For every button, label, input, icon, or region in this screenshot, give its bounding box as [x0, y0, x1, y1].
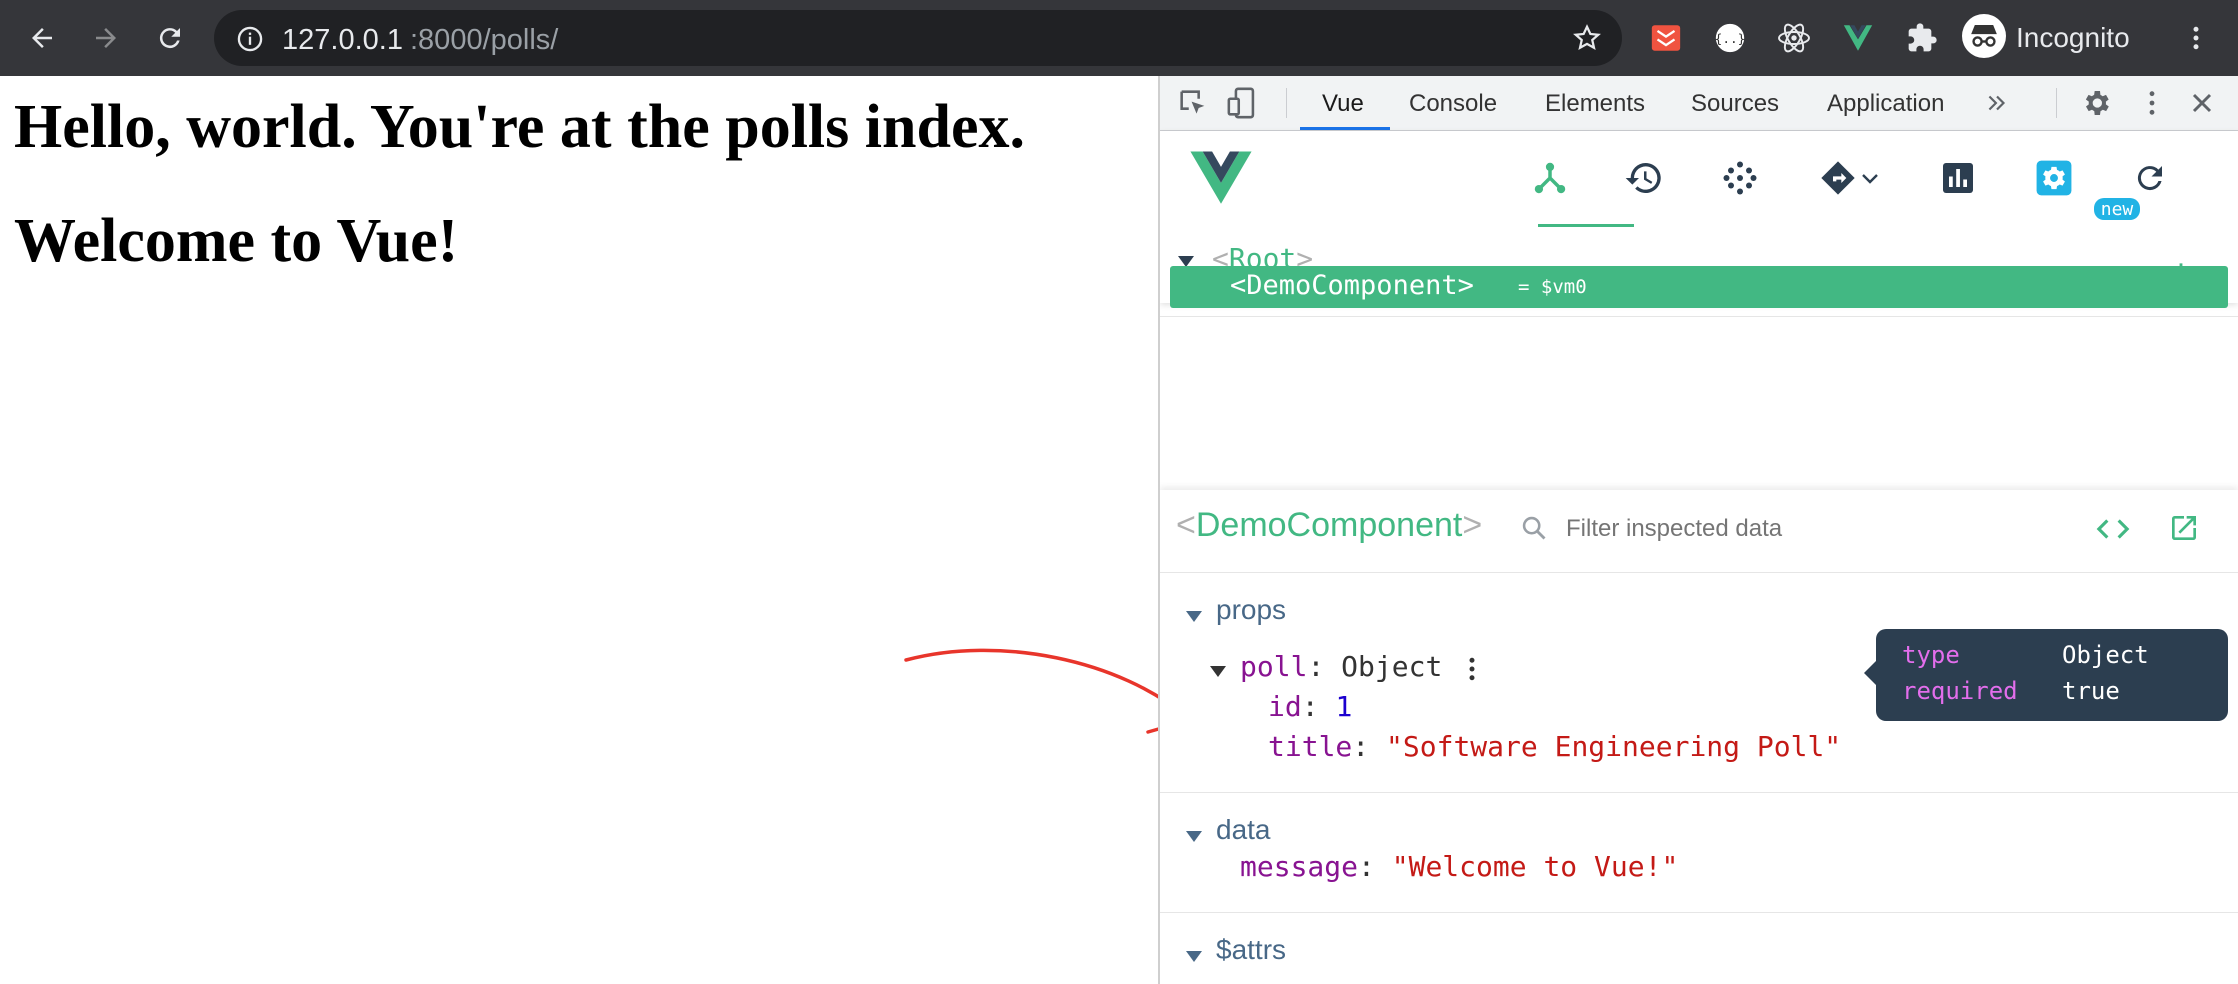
settings-gear-icon[interactable] [2080, 87, 2112, 124]
back-icon[interactable] [22, 18, 62, 58]
demo-component-tag: <DemoComponent> [1230, 270, 1474, 301]
demo-component-name: DemoComponent [1246, 270, 1458, 301]
more-tabs-chevron-icon[interactable] [1984, 90, 2010, 121]
message-value[interactable]: "Welcome to Vue!" [1392, 850, 1679, 883]
performance-chart-icon[interactable] [1934, 154, 1982, 202]
vm-ref: = $vm0 [1518, 276, 1587, 298]
section-divider [1160, 792, 2238, 793]
browser-menu-icon[interactable] [2176, 18, 2216, 58]
message-key: message [1240, 850, 1359, 883]
tree-row-demo-component[interactable]: <DemoComponent> = $vm0 [1170, 266, 2228, 308]
settings-new-icon[interactable] [2030, 154, 2078, 202]
tooltip-type-value: Object [2062, 641, 2149, 669]
prop-id-row: id: 1 [1268, 690, 1353, 723]
tooltip-required-value: true [2062, 677, 2120, 705]
extensions-puzzle-icon[interactable] [1902, 18, 1942, 58]
props-collapse-arrow[interactable] [1186, 611, 1202, 622]
site-info-icon[interactable] [236, 25, 264, 58]
tooltip-required-key: required [1902, 677, 2018, 705]
tab-elements[interactable]: Elements [1545, 90, 1645, 118]
timeline-history-icon[interactable] [1620, 154, 1668, 202]
page-content: Hello, world. You're at the polls index.… [0, 76, 1158, 984]
refresh-icon[interactable] [2126, 154, 2174, 202]
section-divider [1160, 572, 2238, 573]
component-inspector: <DemoComponent> props poll: Object id: 1… [1160, 490, 2238, 984]
title-key: title [1268, 730, 1353, 763]
bookmark-star-icon[interactable] [1572, 23, 1602, 58]
tab-separator [1286, 88, 1287, 118]
reload-icon[interactable] [150, 18, 190, 58]
props-section-title[interactable]: props [1216, 594, 1286, 626]
routing-dropdown-icon[interactable] [1810, 154, 1890, 202]
browser-toolbar: 127.0.0.1 :8000/polls/ {..} Incognito [0, 0, 2238, 76]
address-bar[interactable]: 127.0.0.1 :8000/polls/ [214, 10, 1622, 66]
poll-key: poll [1240, 650, 1308, 683]
inspected-component-title: <DemoComponent> [1176, 506, 1483, 544]
new-badge-label: new [2100, 199, 2134, 220]
close-devtools-icon[interactable] [2186, 87, 2218, 124]
components-tree-icon[interactable] [1526, 154, 1574, 202]
tooltip-required-row: required true [1902, 677, 2120, 705]
react-extension-icon[interactable] [1774, 18, 1814, 58]
tab-sources[interactable]: Sources [1691, 90, 1779, 118]
prop-poll-row[interactable]: poll: Object [1240, 650, 1442, 683]
json-extension-icon[interactable]: {..} [1710, 18, 1750, 58]
search-icon [1520, 514, 1548, 547]
data-message-row: message: "Welcome to Vue!" [1240, 850, 1679, 883]
inspected-component-name: DemoComponent [1195, 506, 1463, 544]
active-tab-indicator [1300, 127, 1390, 130]
laravel-extension-icon[interactable] [1646, 18, 1686, 58]
poll-expand-arrow[interactable] [1210, 666, 1226, 677]
profile-label: Incognito [2016, 22, 2130, 53]
tab-vue[interactable]: Vue [1322, 90, 1364, 118]
tooltip-type-row: type Object [1902, 641, 2149, 669]
id-value[interactable]: 1 [1335, 690, 1352, 723]
data-section-title[interactable]: data [1216, 814, 1271, 846]
tab-separator [2056, 88, 2057, 118]
url-path: :8000/polls/ [410, 24, 559, 56]
open-in-editor-icon[interactable] [2168, 512, 2200, 549]
active-view-indicator [1538, 224, 1634, 227]
vue-extension-icon[interactable] [1838, 18, 1878, 58]
prop-title-row: title: "Software Engineering Poll" [1268, 730, 1842, 763]
filter-inspected-data-input[interactable] [1564, 510, 1988, 548]
svg-text:{..}: {..} [1715, 32, 1746, 47]
page-heading-welcome: Welcome to Vue! [14, 207, 459, 275]
prop-type-tooltip: type Object required true [1864, 629, 2228, 721]
attrs-collapse-arrow[interactable] [1186, 951, 1202, 962]
tab-console[interactable]: Console [1409, 90, 1497, 118]
tooltip-type-key: type [1902, 641, 1960, 669]
forward-icon[interactable] [86, 18, 126, 58]
section-divider [1160, 912, 2238, 913]
id-key: id [1268, 690, 1302, 723]
tooltip-pointer [1864, 661, 1876, 685]
title-value[interactable]: "Software Engineering Poll" [1386, 730, 1841, 763]
vue-logo [1190, 149, 1252, 210]
url-host: 127.0.0.1 [282, 24, 403, 56]
inspect-element-icon[interactable] [1176, 86, 1210, 125]
tab-application[interactable]: Application [1827, 90, 1944, 118]
poll-more-icon[interactable] [1460, 654, 1484, 689]
devtools-panel: Vue Console Elements Sources Application [1160, 76, 2238, 984]
inspect-dom-code-icon[interactable] [2096, 512, 2130, 551]
poll-type: Object [1341, 650, 1443, 683]
vuex-dots-icon[interactable] [1716, 154, 1764, 202]
device-toolbar-icon[interactable] [1226, 86, 1260, 125]
devtools-menu-icon[interactable] [2136, 87, 2168, 124]
data-collapse-arrow[interactable] [1186, 831, 1202, 842]
devtools-tab-bar: Vue Console Elements Sources Application [1160, 76, 2238, 131]
page-heading-hello: Hello, world. You're at the polls index. [14, 93, 1025, 161]
incognito-icon [1962, 13, 2006, 63]
attrs-section-title[interactable]: $attrs [1216, 934, 1286, 966]
incognito-profile-button[interactable]: Incognito [1962, 12, 2182, 64]
